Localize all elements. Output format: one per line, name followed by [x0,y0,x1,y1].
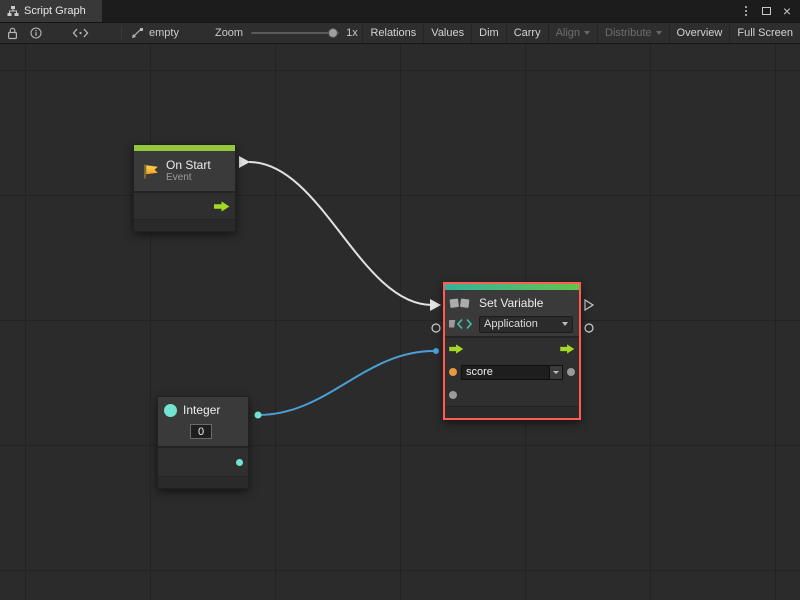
chevron-down-icon [656,31,662,35]
cursor-arrow-icon [131,27,144,39]
toolbar-button-carry[interactable]: Carry [506,23,548,43]
window-menu-button[interactable] [742,6,750,16]
titlebar: Script Graph × [0,0,800,22]
chevron-down-icon [562,322,568,326]
output-port-unconnected-circle[interactable] [585,324,593,332]
variable-name-field[interactable]: score [461,365,563,380]
zoom-slider[interactable] [251,32,339,34]
toolbar-button-align-label: Align [556,27,580,39]
variables-stack-icon [449,297,479,310]
name-input-port[interactable] [449,368,457,376]
lock-button[interactable] [7,27,18,40]
chevron-down-icon [584,31,590,35]
node-header[interactable]: Set Variable Application [445,290,579,336]
flow-out-port[interactable] [560,344,575,354]
integer-value: 0 [198,426,204,438]
zoom-slider-knob[interactable] [328,28,338,38]
wires-layer [0,44,800,600]
toolbar-button-fullscreen[interactable]: Full Screen [729,23,800,43]
node-title: Integer [183,403,220,417]
flow-out-port[interactable] [214,201,230,212]
toolbar-button-align[interactable]: Align [548,23,597,43]
output-value-port[interactable] [567,368,575,376]
code-preview-button[interactable] [72,27,89,39]
node-subtitle: Event [166,172,211,184]
toolbar-button-dim[interactable]: Dim [471,23,506,43]
zoom-value: 1x [346,27,358,39]
wire-start-arrow-icon [239,156,250,168]
flow-out-unconnected-triangle[interactable] [585,300,593,310]
window-tab-script-graph[interactable]: Script Graph [0,0,102,22]
toolbar-button-distribute-label: Distribute [605,27,651,39]
chevron-down-icon [553,371,559,374]
toolbar-button-relations[interactable]: Relations [362,23,423,43]
integer-output-port[interactable] [236,459,243,466]
wire-onstart-to-setvariable[interactable] [249,162,432,305]
maximize-button[interactable] [762,7,771,15]
node-title: Set Variable [479,296,573,310]
wire-integer-to-setvariable[interactable] [258,351,434,415]
selection-status-label: empty [149,27,179,39]
node-header[interactable]: On Start Event [134,151,235,191]
name-port-unconnected-circle[interactable] [432,324,440,332]
node-on-start[interactable]: On Start Event [133,144,236,232]
variable-name-dropdown-button[interactable] [549,366,562,379]
window-controls: × [742,0,800,22]
script-graph-window: Script Graph × [0,0,800,600]
node-title: On Start [166,158,211,172]
graph-canvas[interactable]: On Start Event [0,44,800,600]
variable-name-value: score [462,367,549,378]
node-footer [158,476,248,488]
node-integer[interactable]: Integer 0 [157,396,249,489]
value-input-port[interactable] [449,391,457,399]
node-set-variable[interactable]: Set Variable Application [443,282,581,420]
toolbar-separator [121,26,122,40]
toolbar-button-distribute[interactable]: Distribute [597,23,668,43]
info-button[interactable] [30,27,42,39]
zoom-label: Zoom [215,27,243,39]
window-tab-label: Script Graph [24,5,86,17]
flow-in-port[interactable] [449,344,464,354]
integer-value-field[interactable]: 0 [190,424,212,439]
integer-type-icon [164,404,177,417]
variable-scope-dropdown[interactable]: Application [479,316,573,333]
graph-toolbar: empty Zoom 1x Relations Values Dim Carry… [0,22,800,44]
node-footer [445,406,579,418]
script-graph-icon [7,5,19,17]
flag-icon [141,163,160,180]
code-brackets-icon [449,318,479,330]
variable-scope-value: Application [484,318,538,330]
node-header[interactable]: Integer 0 [158,397,248,446]
toolbar-button-overview[interactable]: Overview [669,23,730,43]
close-button[interactable]: × [783,4,791,18]
toolbar-button-values[interactable]: Values [423,23,471,43]
node-footer [134,219,235,231]
toolbar-buttons: Relations Values Dim Carry Align Distrib… [362,23,800,43]
